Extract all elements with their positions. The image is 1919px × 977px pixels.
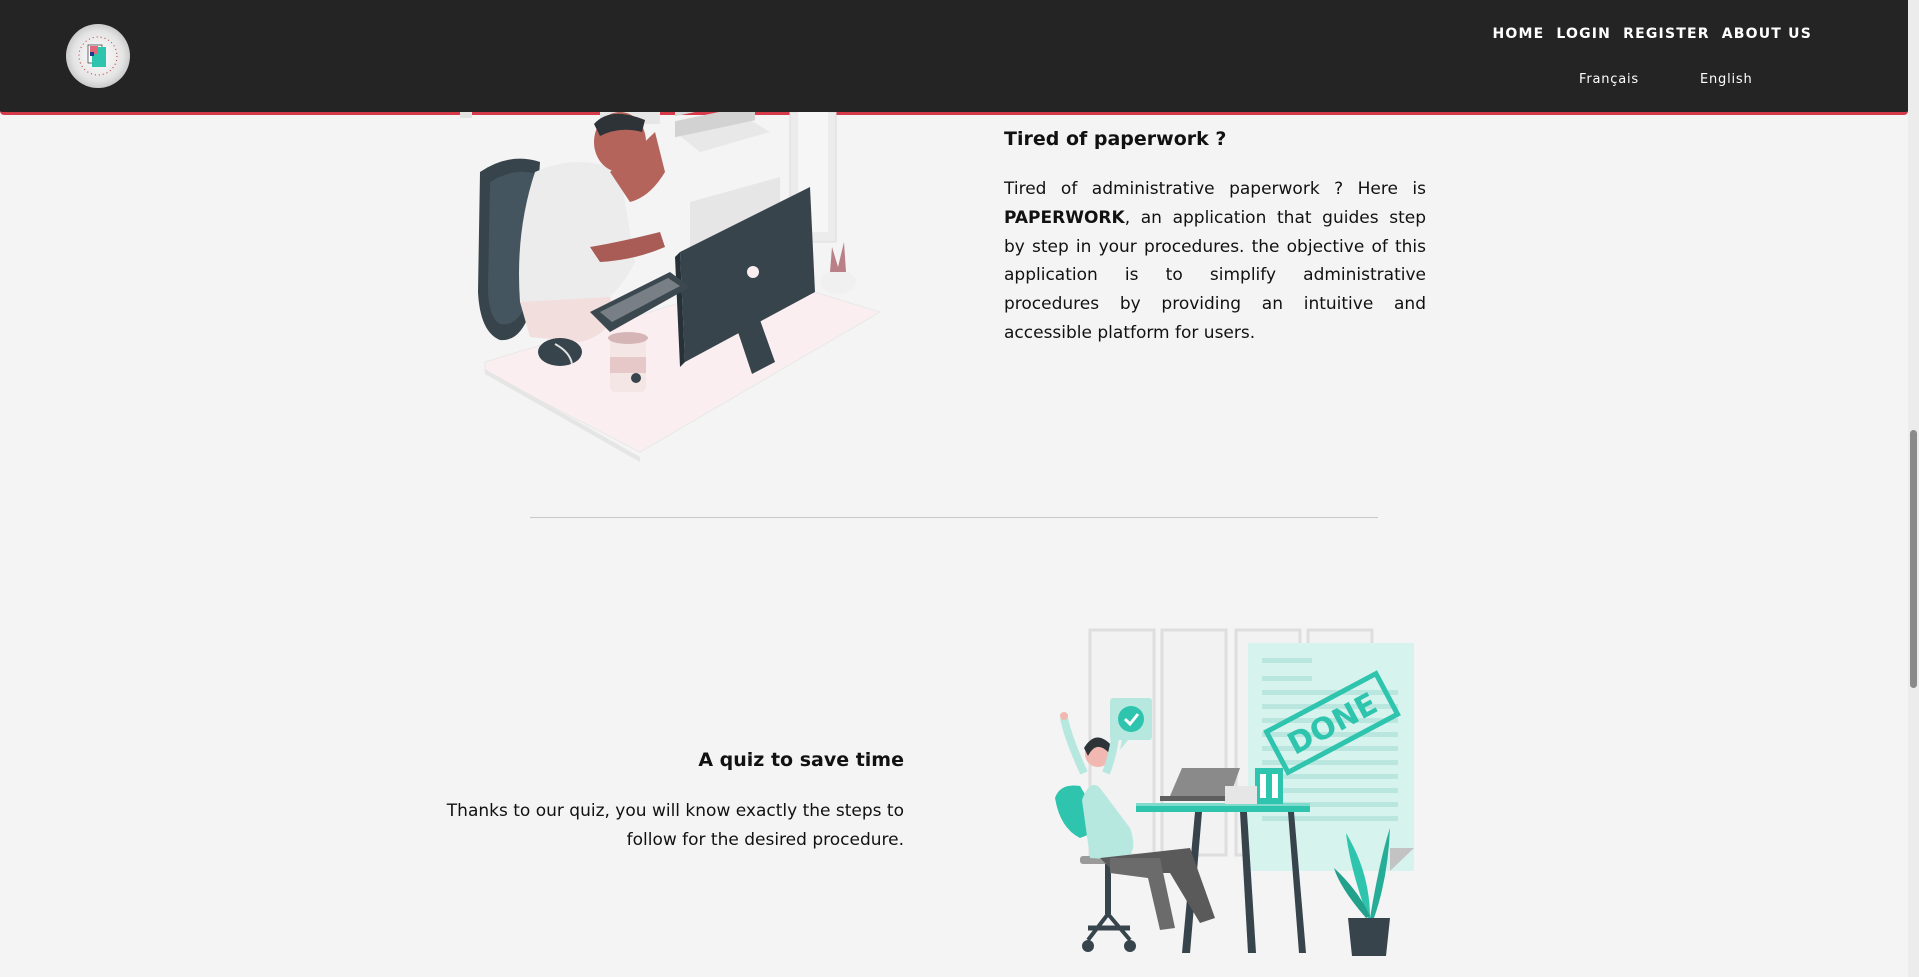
- language-french-link[interactable]: Français: [1579, 72, 1639, 87]
- intro-text: Tired of administrative paperwork ? Here…: [1004, 179, 1426, 199]
- nav-register-link[interactable]: REGISTER: [1623, 26, 1710, 42]
- section-text-quiz: Thanks to our quiz, you will know exactl…: [446, 801, 904, 850]
- nav-login-link[interactable]: LOGIN: [1556, 26, 1611, 42]
- section-title-quiz: A quiz to save time: [698, 749, 904, 771]
- logo-icon[interactable]: [66, 24, 130, 88]
- nav-home-link[interactable]: HOME: [1492, 26, 1544, 42]
- section-text-paperwork: Tired of administrative paperwork ? Here…: [1004, 175, 1426, 348]
- page-scrollbar[interactable]: [1908, 0, 1919, 977]
- nav-about-us-link[interactable]: ABOUT US: [1722, 26, 1812, 42]
- main-nav: HOME LOGIN REGISTER ABOUT US: [1492, 26, 1812, 42]
- scrollbar-thumb[interactable]: [1910, 430, 1917, 688]
- tired-worker-illustration: [460, 79, 890, 466]
- language-english-link[interactable]: English: [1700, 72, 1753, 87]
- description-text: , an application that guides step by ste…: [1004, 207, 1426, 343]
- brand-name: PAPERWORK: [1004, 207, 1125, 228]
- check-icon: [1118, 706, 1144, 732]
- navbar: HOME LOGIN REGISTER ABOUT US Français En…: [0, 0, 1908, 115]
- done-celebration-illustration: DONE: [1050, 628, 1420, 972]
- section-title-paperwork: Tired of paperwork ?: [1004, 128, 1227, 150]
- section-divider: [530, 517, 1378, 518]
